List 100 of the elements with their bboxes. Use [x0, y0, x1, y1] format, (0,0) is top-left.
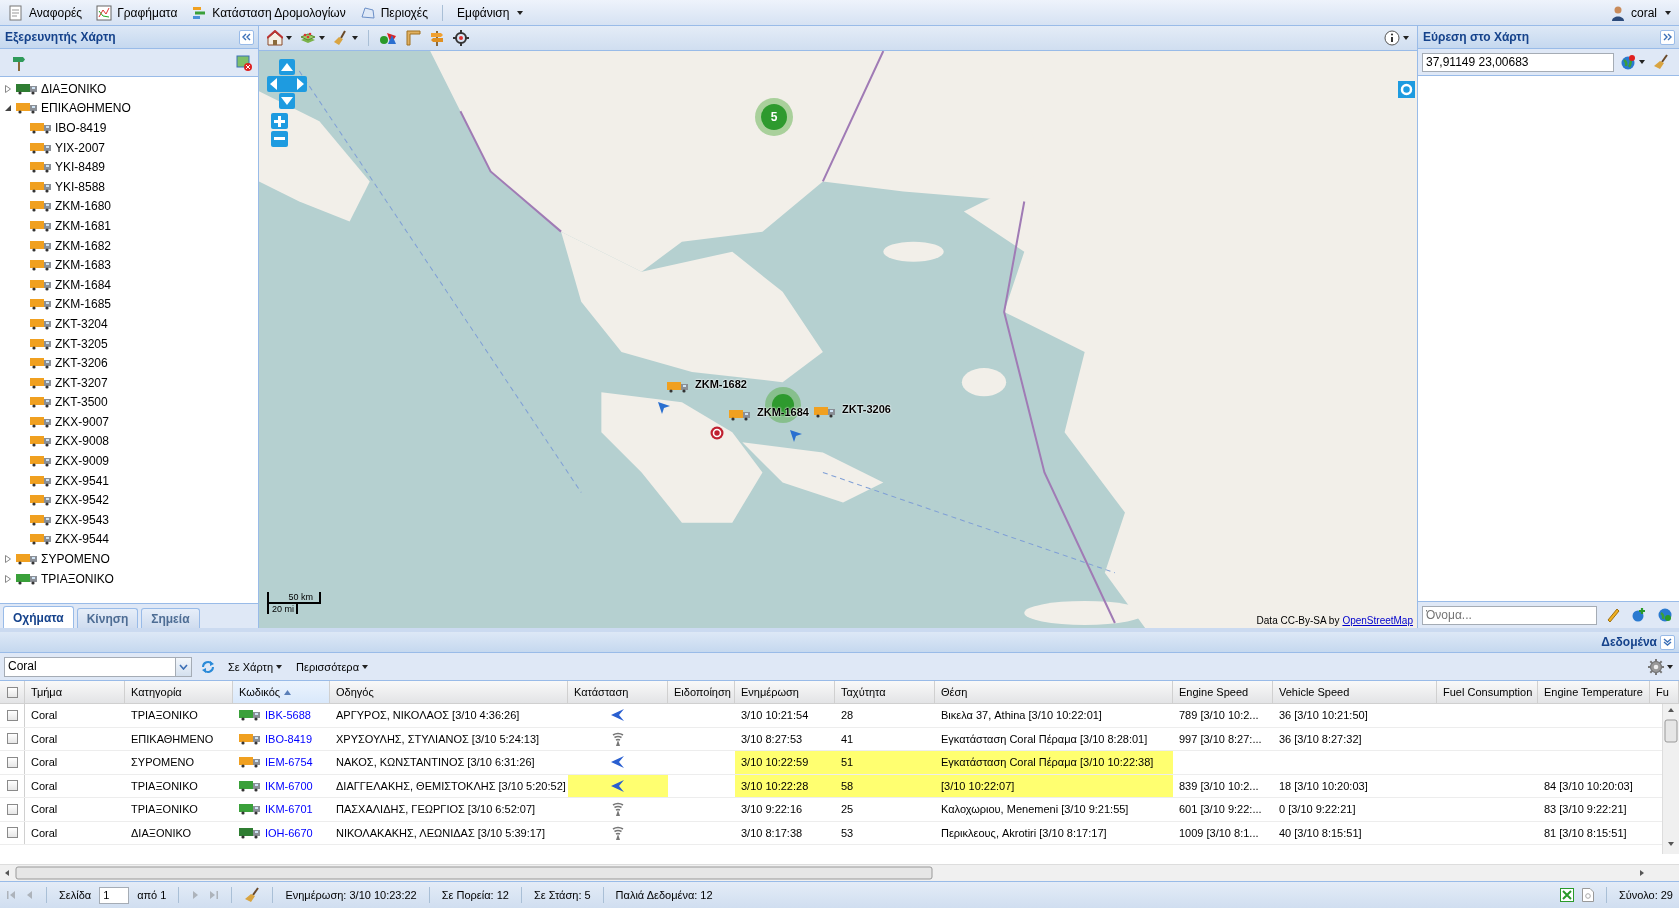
search-field[interactable]: 37,91149 23,00683: [1422, 52, 1614, 72]
menu-item[interactable]: Περιοχές: [355, 2, 432, 23]
table-cell-text: Καλοχωριου, Menemeni [3/10 9:21:55]: [940, 802, 1130, 818]
tree-item[interactable]: YIX-2007: [55, 140, 106, 155]
pan-control-icon[interactable]: [267, 59, 307, 109]
user-menu[interactable]: coral: [1606, 2, 1675, 23]
column-header[interactable]: Θέση: [935, 681, 1173, 703]
arrow-marker-icon[interactable]: [657, 401, 671, 415]
dropdown-button[interactable]: Περισσότερα: [292, 658, 372, 675]
tree-item[interactable]: ΣΥΡΟΜΕΝΟ: [41, 552, 110, 567]
tab[interactable]: Οχήματα: [3, 606, 74, 628]
vehicle-link[interactable]: IKM-6701: [265, 803, 313, 816]
tree-item[interactable]: ZKX-9541: [55, 473, 110, 488]
export-text-button[interactable]: [1581, 888, 1594, 902]
tab[interactable]: Σημεία: [141, 608, 200, 628]
column-header[interactable]: Κωδικός: [233, 681, 330, 703]
arrow-marker-icon[interactable]: [789, 429, 803, 443]
home-button[interactable]: [265, 28, 294, 48]
tree-item[interactable]: ZKX-9007: [55, 414, 110, 429]
column-header[interactable]: Ειδοποίηση: [668, 681, 735, 703]
checkbox[interactable]: [6, 733, 18, 745]
tree-item[interactable]: ZKX-9543: [55, 512, 110, 527]
tree-item[interactable]: YKI-8588: [55, 179, 106, 194]
page-field[interactable]: 1: [99, 886, 130, 904]
truck-icon[interactable]: [729, 409, 751, 421]
tree-item[interactable]: ZKT-3207: [55, 375, 108, 390]
tree-item[interactable]: ΕΠΙΚΑΘΗΜΕΝΟ: [41, 101, 131, 116]
ruler-button[interactable]: [403, 28, 423, 48]
column-header[interactable]: Vehicle Speed: [1273, 681, 1437, 703]
tab[interactable]: Κίνηση: [76, 608, 139, 628]
tree-item[interactable]: YKI-8489: [55, 160, 106, 175]
checkbox[interactable]: [6, 827, 18, 839]
checkbox[interactable]: [6, 686, 18, 698]
last-page-icon: [209, 889, 220, 901]
ruler-icon: [405, 30, 421, 46]
checkbox[interactable]: [6, 709, 18, 721]
scale-bar: 20 mi: [267, 604, 298, 614]
name-field[interactable]: Όνομα...: [1422, 605, 1597, 625]
tree-item[interactable]: ZKM-1681: [55, 218, 112, 233]
tree-item[interactable]: ZKX-9009: [55, 454, 110, 469]
vehicle-link[interactable]: IOH-6670: [265, 826, 313, 839]
locate-button[interactable]: [451, 28, 471, 48]
tree-item[interactable]: ZKM-1680: [55, 199, 112, 214]
vehicle-link[interactable]: IEM-6754: [265, 756, 313, 769]
clear-map-button[interactable]: [234, 52, 254, 73]
tree-item[interactable]: ZKX-9008: [55, 434, 110, 449]
zoom-control-icon[interactable]: [271, 113, 288, 147]
info-button[interactable]: [1382, 28, 1411, 48]
checkbox[interactable]: [6, 803, 18, 815]
tree-item[interactable]: ZKT-3205: [55, 336, 108, 351]
checkbox[interactable]: [6, 780, 18, 792]
panel-title: Εύρεση στο Χάρτη: [1423, 30, 1530, 44]
collapse-button[interactable]: [1660, 29, 1675, 45]
column-header[interactable]: Fu: [1650, 681, 1679, 703]
table-cell-text: ΤΡΙΑΞΟΝΙΚΟ: [130, 778, 199, 794]
tree-item[interactable]: ZKM-1683: [55, 258, 112, 273]
company-dropdown[interactable]: Coral: [4, 656, 192, 677]
table-cell-text: 789 [3/10 10:2...: [1178, 708, 1260, 724]
column-header[interactable]: Engine Temperature: [1538, 681, 1650, 703]
collapse-button[interactable]: [1660, 634, 1675, 650]
expander-icon[interactable]: [4, 104, 12, 113]
truck-icon[interactable]: [814, 406, 836, 418]
menu-item[interactable]: Γραφήματα: [92, 2, 182, 23]
menu-item[interactable]: Κατάσταση Δρομολογίων: [187, 2, 350, 23]
checkbox[interactable]: [6, 756, 18, 768]
page-count: από 1: [137, 889, 167, 901]
export-excel-button[interactable]: [1559, 888, 1574, 902]
tree-item[interactable]: ZKM-1682: [55, 238, 112, 253]
tree-item[interactable]: ZKT-3500: [55, 395, 108, 410]
tree-item[interactable]: ZKM-1685: [55, 297, 112, 312]
tree-item[interactable]: ZKX-9542: [55, 493, 110, 508]
column-header[interactable]: Ταχύτητα: [835, 681, 935, 703]
column-header[interactable]: Τμήμα: [25, 681, 125, 703]
status-text: Παλιά Δεδομένα: 12: [615, 889, 713, 901]
stop-marker-icon[interactable]: [710, 426, 724, 440]
settings-button[interactable]: [1646, 656, 1675, 677]
truck-icon[interactable]: [667, 381, 689, 393]
collapse-button[interactable]: [239, 29, 254, 45]
tree-item[interactable]: ΔΙΑΞΟΝΙΚΟ: [41, 81, 107, 96]
column-header[interactable]: Ενημέρωση: [735, 681, 835, 703]
column-header[interactable]: Οδηγός: [330, 681, 568, 703]
dropdown-button[interactable]: Σε Χάρτη: [224, 658, 287, 675]
tree-item[interactable]: ZKT-3206: [55, 356, 108, 371]
column-header[interactable]: Κατάσταση: [568, 681, 668, 703]
tree-item[interactable]: ZKT-3204: [55, 316, 108, 331]
column-header[interactable]: Fuel Consumption: [1437, 681, 1538, 703]
column-header[interactable]: Engine Speed: [1173, 681, 1273, 703]
vehicle-link[interactable]: IKM-6700: [265, 779, 313, 792]
clear-button[interactable]: [244, 887, 261, 903]
menu-item[interactable]: Εμφάνιση: [453, 3, 528, 22]
attribution-link[interactable]: OpenStreetMap: [1342, 615, 1413, 626]
vehicle-link[interactable]: IBO-8419: [265, 732, 313, 745]
layer-switcher-icon[interactable]: [1398, 81, 1415, 98]
tree-item[interactable]: IBO-8419: [55, 121, 107, 135]
tree-item[interactable]: ZKM-1684: [55, 277, 112, 292]
menu-item[interactable]: Αναφορές: [4, 2, 87, 23]
table-cell-text: 84 [3/10 10:20:03]: [1543, 778, 1634, 794]
tree-item[interactable]: ΤΡΙΑΞΟΝΙΚΟ: [41, 571, 114, 586]
vehicle-link[interactable]: IBK-5688: [265, 709, 311, 722]
tree-item[interactable]: ZKX-9544: [55, 532, 110, 547]
